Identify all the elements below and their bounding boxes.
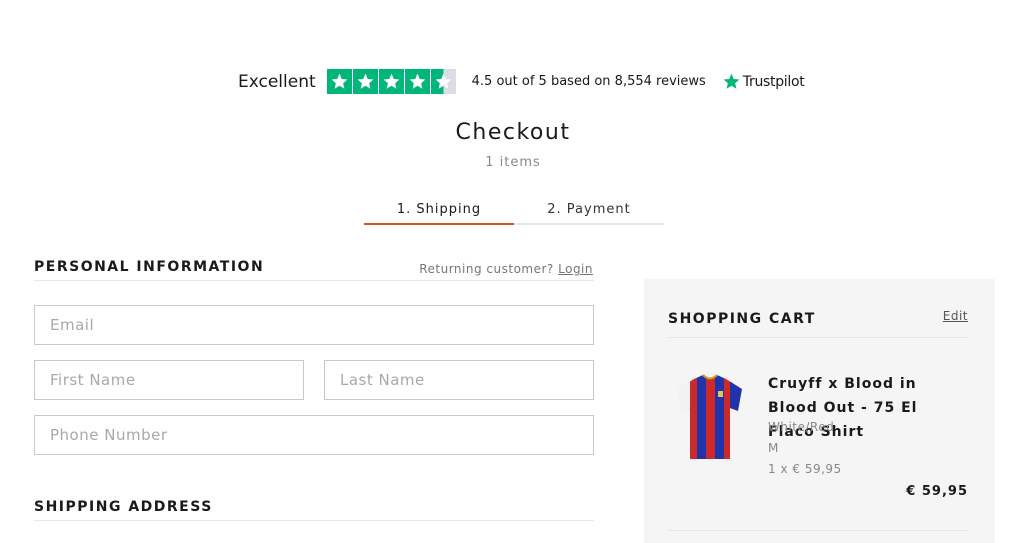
trust-summary: 4.5 out of 5 based on 8,554 reviews: [472, 74, 706, 89]
trustpilot-star-icon: [723, 73, 740, 89]
phone-field[interactable]: [34, 415, 594, 455]
email-field[interactable]: [34, 305, 594, 345]
trust-review-count: 8,554: [614, 74, 652, 89]
cart-item-quantity: 1 x € 59,95: [768, 462, 842, 476]
last-name-field[interactable]: [324, 360, 594, 400]
login-link[interactable]: Login: [558, 262, 593, 276]
returning-customer-text: Returning customer?: [419, 262, 554, 276]
trust-rating-word: Excellent: [238, 71, 316, 92]
trust-summary-suffix: reviews: [656, 74, 706, 89]
trustpilot-widget[interactable]: Excellent 4.5 out of 5 based on 8,554 re…: [238, 69, 805, 94]
email-input[interactable]: [35, 306, 593, 344]
cart-divider: [668, 530, 968, 531]
step-shipping[interactable]: 1. Shipping: [364, 200, 514, 225]
cart-title: SHOPPING CART: [668, 311, 816, 327]
checkout-steps: 1. Shipping 2. Payment: [364, 200, 664, 225]
cart-header: SHOPPING CART Edit: [668, 308, 968, 338]
trust-stars: [326, 69, 456, 94]
cart-item-color: White/Red: [768, 420, 835, 434]
star-icon: [378, 69, 404, 94]
cart-item-total: € 59,95: [906, 484, 968, 499]
cart-item-size: M: [768, 441, 779, 455]
last-name-input[interactable]: [325, 361, 593, 399]
shirt-icon: [678, 374, 742, 459]
phone-input[interactable]: [35, 416, 593, 454]
star-icon: [326, 69, 352, 94]
page-title: Checkout: [455, 120, 571, 145]
returning-customer: Returning customer? Login: [419, 262, 593, 276]
half-star-icon: [430, 69, 456, 94]
cart-edit-link[interactable]: Edit: [943, 309, 968, 323]
trustpilot-brand: Trustpilot: [742, 73, 805, 90]
shipping-address-heading: SHIPPING ADDRESS: [34, 499, 594, 521]
trust-summary-prefix: 4.5 out of 5 based on: [471, 74, 611, 89]
items-count: 1 items: [485, 155, 541, 170]
trustpilot-logo[interactable]: Trustpilot: [722, 72, 805, 91]
first-name-input[interactable]: [35, 361, 303, 399]
star-icon: [352, 69, 378, 94]
first-name-field[interactable]: [34, 360, 304, 400]
step-payment[interactable]: 2. Payment: [514, 200, 664, 223]
star-icon: [404, 69, 430, 94]
shopping-cart-panel: SHOPPING CART Edit Cruyff x Blood in Blo…: [644, 279, 995, 543]
